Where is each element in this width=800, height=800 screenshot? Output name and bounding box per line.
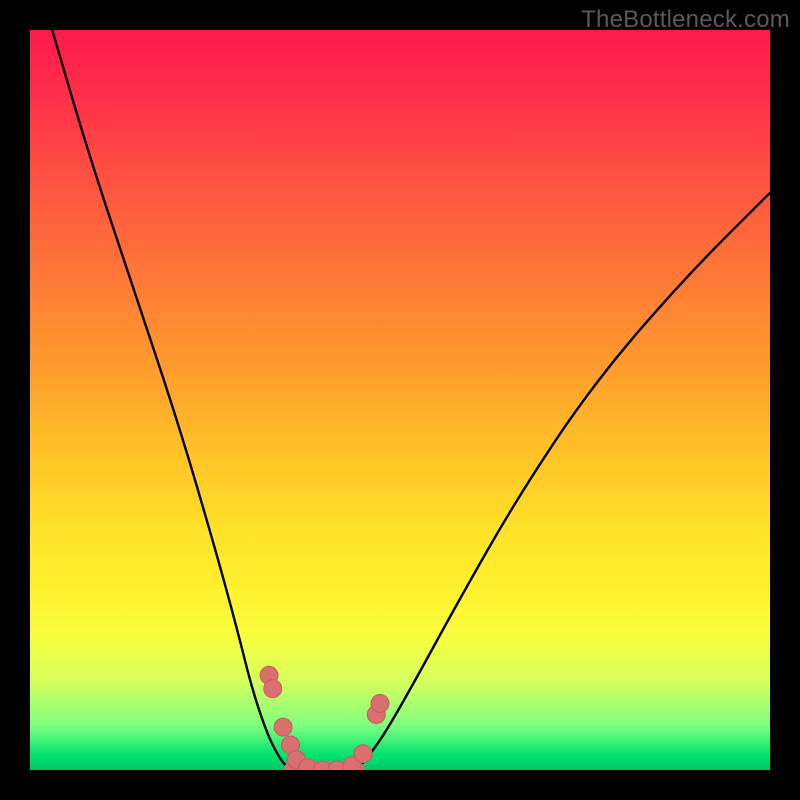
curve-markers (260, 666, 389, 770)
curves-svg (30, 30, 770, 770)
curve-marker (274, 718, 292, 736)
plot-area (30, 30, 770, 770)
curve-marker (371, 694, 389, 712)
right-curve (356, 193, 770, 770)
curve-marker (354, 745, 372, 763)
chart-frame: TheBottleneck.com (0, 0, 800, 800)
left-curve (52, 30, 293, 770)
curve-marker (264, 680, 282, 698)
